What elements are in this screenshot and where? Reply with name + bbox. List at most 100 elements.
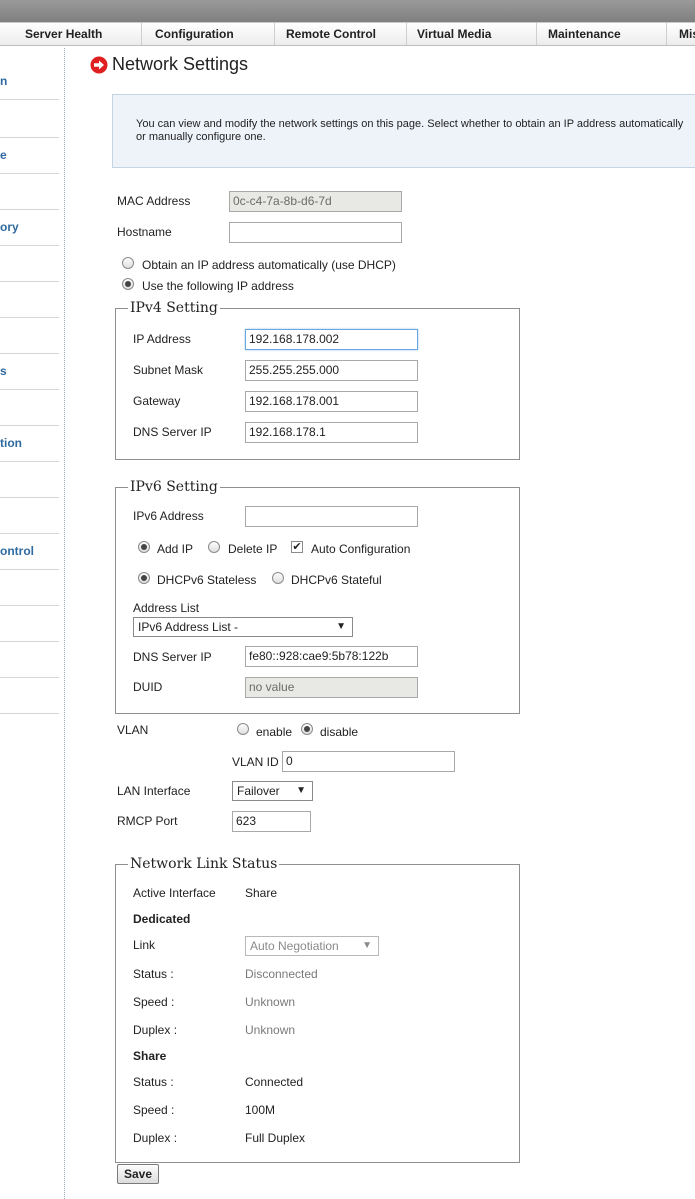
menu-server-health[interactable]: Server Health	[0, 23, 142, 45]
sidebar-divider	[64, 48, 65, 1199]
share-duplex-label: Duplex :	[133, 1131, 178, 1145]
sidebar-item[interactable]	[0, 678, 59, 714]
active-interface-value: Share	[245, 886, 278, 900]
ip-address-label: IP Address	[133, 332, 191, 346]
dhcpv6-stateful-radio[interactable]	[272, 572, 284, 584]
sidebar-item[interactable]	[0, 246, 59, 282]
arrow-right-circle-icon	[90, 56, 108, 74]
dhcp-radio[interactable]	[122, 257, 134, 269]
sidebar-item[interactable]	[0, 462, 59, 498]
static-ip-radio[interactable]	[122, 278, 134, 290]
dropdown-arrow-icon: ▼	[362, 940, 372, 951]
lan-interface-value: Failover	[237, 784, 280, 798]
menu-remote-control[interactable]: Remote Control	[275, 23, 407, 45]
lan-interface-label: LAN Interface	[117, 784, 191, 798]
dhcpv6-stateless-label: DHCPv6 Stateless	[157, 573, 257, 587]
dedicated-heading: Dedicated	[133, 912, 191, 926]
subnet-mask-input[interactable]: 255.255.255.000	[245, 360, 418, 381]
subnet-mask-label: Subnet Mask	[133, 363, 204, 377]
sidebar-item[interactable]	[0, 390, 59, 426]
sidebar-item[interactable]: ontrol	[0, 534, 59, 570]
dedicated-duplex-value: Unknown	[245, 1023, 296, 1037]
dedicated-status-label: Status :	[133, 967, 174, 981]
auto-configuration-label: Auto Configuration	[311, 542, 411, 556]
sidebar-item[interactable]	[0, 606, 59, 642]
menu-maintenance[interactable]: Maintenance	[537, 23, 667, 45]
hostname-label: Hostname	[117, 225, 172, 239]
dropdown-arrow-icon: ▼	[336, 621, 346, 632]
ipv6-address-input[interactable]	[245, 506, 418, 527]
mac-address-field: 0c-c4-7a-8b-d6-7d	[229, 191, 402, 212]
duid-field: no value	[245, 677, 418, 698]
info-box: You can view and modify the network sett…	[112, 94, 695, 168]
delete-ip-radio[interactable]	[208, 541, 220, 553]
rmcp-port-input[interactable]: 623	[232, 811, 311, 832]
share-speed-label: Speed :	[133, 1103, 175, 1117]
ipv4-dns-label: DNS Server IP	[133, 425, 212, 439]
sidebar-item[interactable]	[0, 282, 59, 318]
mac-address-label: MAC Address	[117, 194, 191, 208]
sidebar-item[interactable]: e	[0, 138, 59, 174]
sidebar-item[interactable]: ory	[0, 210, 59, 246]
dedicated-link-select: Auto Negotiation ▼	[245, 936, 379, 956]
gateway-input[interactable]: 192.168.178.001	[245, 391, 418, 412]
vlan-disable-label: disable	[320, 725, 359, 739]
sidebar-item[interactable]: n	[0, 64, 59, 100]
network-link-status-legend: Network Link Status	[128, 856, 280, 872]
sidebar-item[interactable]	[0, 570, 59, 606]
hostname-input[interactable]	[229, 222, 402, 243]
vlan-enable-label: enable	[256, 725, 293, 739]
share-status-label: Status :	[133, 1075, 174, 1089]
sidebar-item[interactable]	[0, 498, 59, 534]
page-title: Network Settings	[112, 54, 249, 74]
lan-interface-select[interactable]: Failover ▼	[232, 781, 313, 801]
dedicated-link-label: Link	[133, 938, 156, 952]
address-list-value: IPv6 Address List -	[138, 620, 239, 634]
gateway-label: Gateway	[133, 394, 181, 408]
top-banner	[0, 0, 695, 22]
dedicated-duplex-label: Duplex :	[133, 1023, 178, 1037]
auto-configuration-checkbox[interactable]: ✔	[291, 541, 303, 553]
ipv6-legend: IPv6 Setting	[128, 479, 220, 495]
active-interface-label: Active Interface	[133, 886, 216, 900]
dhcpv6-stateless-radio[interactable]	[138, 572, 150, 584]
dhcp-radio-label: Obtain an IP address automatically (use …	[142, 258, 396, 272]
ip-address-input[interactable]: 192.168.178.002	[245, 329, 418, 350]
network-link-status-group	[115, 864, 520, 1163]
dedicated-speed-value: Unknown	[245, 995, 296, 1009]
save-button[interactable]: Save	[117, 1164, 159, 1184]
dedicated-status-value: Disconnected	[245, 967, 318, 981]
sidebar: n e ory s tion ontrol	[0, 46, 60, 1199]
address-list-select[interactable]: IPv6 Address List - ▼	[133, 617, 353, 637]
sidebar-item[interactable]	[0, 174, 59, 210]
rmcp-port-label: RMCP Port	[117, 814, 178, 828]
ipv6-dns-input[interactable]: fe80::928:cae9:5b78:122b	[245, 646, 418, 667]
sidebar-item[interactable]: tion	[0, 426, 59, 462]
dedicated-link-value: Auto Negotiation	[250, 939, 339, 953]
main-menu: Server Health Configuration Remote Contr…	[0, 22, 695, 46]
add-ip-label: Add IP	[157, 542, 194, 556]
vlan-id-input[interactable]: 0	[282, 751, 455, 772]
vlan-label: VLAN	[117, 723, 149, 737]
share-duplex-value: Full Duplex	[245, 1131, 306, 1145]
duid-label: DUID	[133, 680, 163, 694]
dedicated-speed-label: Speed :	[133, 995, 175, 1009]
vlan-enable-radio[interactable]	[237, 723, 249, 735]
menu-virtual-media[interactable]: Virtual Media	[407, 23, 537, 45]
menu-configuration[interactable]: Configuration	[142, 23, 275, 45]
ipv6-dns-label: DNS Server IP	[133, 650, 212, 664]
sidebar-item[interactable]	[0, 102, 59, 138]
info-description: You can view and modify the network sett…	[136, 118, 684, 143]
static-ip-radio-label: Use the following IP address	[142, 279, 294, 293]
vlan-disable-radio[interactable]	[301, 723, 313, 735]
add-ip-radio[interactable]	[138, 541, 150, 553]
share-status-value: Connected	[245, 1075, 304, 1089]
dropdown-arrow-icon: ▼	[296, 785, 306, 796]
share-speed-value: 100M	[245, 1103, 276, 1117]
menu-miscellaneous[interactable]: Mis	[667, 23, 695, 45]
sidebar-item[interactable]	[0, 318, 59, 354]
sidebar-item[interactable]: s	[0, 354, 59, 390]
delete-ip-label: Delete IP	[228, 542, 278, 556]
sidebar-item[interactable]	[0, 642, 59, 678]
ipv4-dns-input[interactable]: 192.168.178.1	[245, 422, 418, 443]
